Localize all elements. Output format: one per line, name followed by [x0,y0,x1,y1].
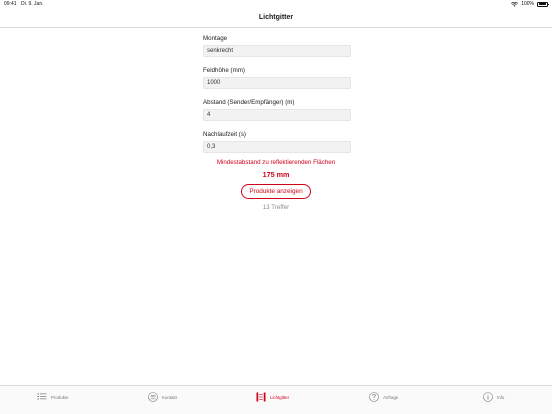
tab-info[interactable]: Info [483,391,504,403]
info-icon [483,392,493,402]
field-label-montage: Montage [203,35,228,42]
abstand-input[interactable]: 4 [203,109,351,121]
field-nachlaufzeit: Nachlaufzeit (s) 0,3 [203,131,351,153]
tab-produkte[interactable]: Produkte [37,391,69,403]
tab-kontakt[interactable]: Kontakt [148,391,177,403]
tab-label-produkte: Produkte [51,394,69,400]
battery-percent: 100% [521,1,534,7]
min-distance-label: Mindestabstand zu reflektierenden Fläche… [216,159,336,166]
list-icon [37,393,47,400]
navigation-bar: Lichtgitter [0,9,552,28]
field-montage: Montage senkrecht [203,35,351,57]
status-indicators: 100% [511,1,549,7]
montage-select[interactable]: senkrecht [203,45,351,57]
field-label-feldhoehe: Feldhöhe (mm) [203,67,245,74]
light-grid-icon [256,392,266,402]
page-title: Lichtgitter [258,14,294,21]
field-label-nachlaufzeit: Nachlaufzeit (s) [203,131,246,138]
status-time: 09:41 [4,1,17,7]
status-date: Di. 9. Jan. [21,1,44,7]
tab-label-lichtgitter: Lichtgitter [270,394,290,400]
question-icon [369,392,379,402]
nachlaufzeit-input[interactable]: 0,3 [203,141,351,153]
tab-label-info: Info [497,394,505,400]
feldhoehe-input[interactable]: 1000 [203,77,351,89]
wifi-icon [511,1,519,7]
field-feldhoehe: Feldhöhe (mm) 1000 [203,67,351,89]
tab-label-anfrage: Anfrage [383,394,399,400]
light-grid-form: Montage senkrecht Feldhöhe (mm) 1000 Abs… [203,35,351,163]
field-abstand: Abstand (Sender/Empfänger) (m) 4 [203,99,351,121]
hits-count: 13 Treffer [262,204,290,211]
tab-bar: Produkte Kontakt Lichtgitter Anfrage Inf… [0,385,552,414]
tab-lichtgitter[interactable]: Lichtgitter [256,391,289,403]
battery-icon [537,1,549,7]
tab-anfrage[interactable]: Anfrage [369,391,398,403]
show-products-button[interactable]: Produkte anzeigen [241,184,311,199]
people-icon [148,392,158,402]
status-bar: 09:41 Di. 9. Jan. 100% [0,0,552,9]
min-distance-value: 175 mm [262,170,290,179]
field-label-abstand: Abstand (Sender/Empfänger) (m) [203,99,295,106]
tab-label-kontakt: Kontakt [162,394,177,400]
